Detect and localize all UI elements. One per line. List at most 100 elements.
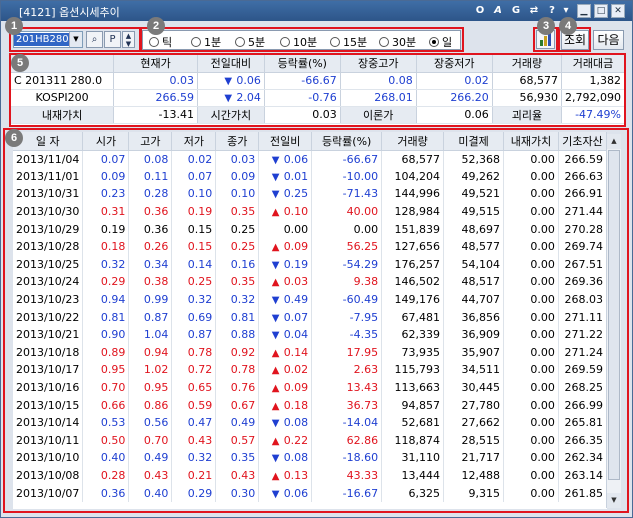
up-arrow-icon: ▲: [271, 347, 280, 359]
row-label: KOSPI200: [11, 89, 115, 107]
up-arrow-icon: ▲: [271, 383, 280, 395]
vertical-scrollbar[interactable]: ▲ ▼: [606, 134, 621, 508]
col-header-1[interactable]: 시가: [82, 132, 130, 151]
underlying-cell: 266.63: [558, 167, 607, 186]
date-cell: 2013/10/31: [13, 185, 84, 203]
change-rate-cell: -18.60: [311, 449, 383, 467]
menu-dropdown-icon[interactable]: ▾: [559, 4, 573, 18]
table-row[interactable]: 2013/10/28 0.18 0.26 0.15 0.25 ▲ 0.09 56.25 127,…: [13, 237, 607, 256]
table-row[interactable]: 2013/10/08 0.28 0.43 0.21 0.43 ▲ 0.13 43.33 13,4…: [13, 466, 607, 485]
radio-30min[interactable]: 30분: [379, 34, 416, 50]
low-cell: 0.07: [171, 167, 217, 186]
table-row[interactable]: 2013/10/16 0.70 0.95 0.65 0.76 ▲ 0.09 13.43 113,…: [13, 378, 607, 397]
date-cell: 2013/10/17: [13, 361, 84, 379]
scroll-thumb[interactable]: [608, 150, 620, 480]
col-header-0[interactable]: 일 자: [13, 132, 84, 151]
scroll-down-icon[interactable]: ▼: [607, 493, 621, 508]
radio-day[interactable]: 일: [429, 34, 452, 50]
option-code-combo[interactable]: 201HB280 ▼: [13, 31, 83, 48]
open-interest-cell: 36,909: [443, 325, 504, 344]
col-header-2[interactable]: 고가: [128, 132, 173, 151]
radio-10min[interactable]: 10분: [280, 34, 317, 50]
table-row[interactable]: 2013/10/25 0.32 0.34 0.14 0.16 ▼ 0.19 -54.29 176…: [13, 255, 607, 274]
high-cell: 0.43: [128, 466, 173, 485]
close-cell: 0.81: [215, 308, 260, 326]
toolbar-o-icon[interactable]: O: [473, 4, 487, 18]
intrinsic-value-cell: 0.00: [503, 220, 559, 238]
high-cell: 0.56: [128, 413, 173, 432]
next-button[interactable]: 다음: [593, 30, 624, 50]
table-row[interactable]: 2013/10/23 0.94 0.99 0.32 0.32 ▼ 0.49 -60.49 149…: [13, 290, 607, 309]
toolbar-g-icon[interactable]: G: [509, 4, 523, 18]
table-row[interactable]: 2013/10/18 0.89 0.94 0.78 0.92 ▲ 0.14 17.95 73,9…: [13, 343, 607, 362]
date-cell: 2013/11/01: [13, 167, 84, 186]
col-header-9[interactable]: 내재가치: [503, 132, 559, 151]
table-row[interactable]: 2013/11/01 0.09 0.11 0.07 0.09 ▼ 0.01 -10.00 104…: [13, 167, 607, 186]
intraday-low: 0.02: [416, 72, 493, 90]
col-header-6[interactable]: 등락률(%): [311, 132, 383, 151]
low-cell: 0.32: [171, 290, 217, 309]
table-row[interactable]: 2013/11/04 0.07 0.08 0.02 0.03 ▼ 0.06 -66.67 68,…: [13, 150, 607, 168]
prev-change-cell: ▼ 0.06: [258, 484, 313, 502]
annotation-badge-6: 6: [5, 129, 23, 147]
volume-cell: 67,481: [381, 308, 445, 326]
prev-change-cell: ▼ 0.08: [258, 449, 313, 467]
intrinsic-value-cell: 0.00: [503, 413, 559, 432]
link-icon[interactable]: ⇄: [527, 4, 541, 18]
prev-change-value: 0.06: [283, 486, 309, 500]
table-row[interactable]: 2013/10/22 0.81 0.87 0.69 0.81 ▼ 0.07 -7.95 67,4…: [13, 308, 607, 326]
table-row[interactable]: 2013/10/15 0.66 0.86 0.59 0.67 ▲ 0.18 36.73 94,8…: [13, 396, 607, 414]
table-row[interactable]: 2013/10/30 0.31 0.36 0.19 0.35 ▲ 0.10 40.00 128,…: [13, 202, 607, 221]
table-row[interactable]: 2013/10/31 0.23 0.28 0.10 0.10 ▼ 0.25 -71.43 144…: [13, 185, 607, 203]
open-cell: 0.23: [82, 185, 130, 203]
table-row[interactable]: 2013/10/17 0.95 1.02 0.72 0.78 ▲ 0.02 2.63 115,7…: [13, 361, 607, 379]
radio-1min[interactable]: 1분: [191, 34, 221, 50]
intrinsic-value-cell: 0.00: [503, 167, 559, 186]
radio-tick[interactable]: 틱: [149, 34, 172, 50]
open-interest-cell: 49,262: [443, 167, 504, 186]
high-cell: 0.34: [128, 255, 173, 274]
scroll-up-icon[interactable]: ▲: [607, 134, 621, 149]
table-row[interactable]: 2013/10/07 0.36 0.40 0.29 0.30 ▼ 0.06 -16.67 6,3…: [13, 484, 607, 502]
code-lookup-icon[interactable]: P: [104, 31, 121, 48]
help-icon[interactable]: ?: [545, 4, 559, 18]
toolbar-a-icon[interactable]: A: [491, 4, 505, 18]
chevron-down-icon[interactable]: ▼: [69, 32, 82, 47]
prev-change-value: 0.09: [283, 381, 309, 395]
table-row[interactable]: 2013/10/10 0.40 0.49 0.32 0.35 ▼ 0.08 -18.60 31,…: [13, 449, 607, 467]
col-header-5[interactable]: 전일비: [258, 132, 313, 151]
table-row[interactable]: 2013/10/29 0.19 0.36 0.15 0.25 0.00 0.00 151,83…: [13, 220, 607, 238]
volume-cell: 68,577: [381, 150, 445, 168]
date-cell: 2013/10/16: [13, 378, 84, 397]
change-rate-cell: -60.49: [311, 290, 383, 309]
col-header-3[interactable]: 저가: [171, 132, 217, 151]
prev-change-value: 0.03: [283, 275, 309, 289]
close-icon[interactable]: ✕: [611, 4, 625, 18]
col-header-8[interactable]: 미결제: [443, 132, 504, 151]
table-row[interactable]: 2013/10/11 0.50 0.70 0.43 0.57 ▲ 0.22 62.86 118,…: [13, 431, 607, 450]
table-row[interactable]: 2013/10/24 0.29 0.38 0.25 0.35 ▲ 0.03 9.38 146,5…: [13, 273, 607, 291]
open-interest-cell: 36,856: [443, 308, 504, 326]
date-cell: 2013/11/04: [13, 150, 84, 168]
close-cell: 0.25: [215, 220, 260, 238]
prev-change-cell: ▲ 0.09: [258, 378, 313, 397]
col-header-10[interactable]: 기초자산: [558, 132, 607, 151]
col-header-4[interactable]: 종가: [215, 132, 260, 151]
col-header-7[interactable]: 거래량: [381, 132, 445, 151]
maximize-icon[interactable]: □: [594, 4, 608, 18]
radio-5min[interactable]: 5분: [235, 34, 265, 50]
time-value: 0.03: [264, 106, 341, 124]
radio-15min[interactable]: 15분: [330, 34, 367, 50]
intrinsic-value-cell: 0.00: [503, 150, 559, 168]
search-icon[interactable]: ⌕: [86, 31, 103, 48]
open-cell: 0.29: [82, 273, 130, 291]
spin-updown-icon[interactable]: ▲ ▼: [122, 31, 135, 48]
down-arrow-icon: ▼: [271, 312, 280, 324]
table-row[interactable]: 2013/10/14 0.53 0.56 0.47 0.49 ▼ 0.08 -14.04 52,…: [13, 413, 607, 432]
volume-cell: 104,204: [381, 167, 445, 186]
up-arrow-icon: ▲: [271, 365, 280, 377]
minimize-icon[interactable]: ▁: [577, 4, 591, 18]
up-arrow-icon: ▲: [271, 277, 280, 289]
col-prev-change: 전일대비: [197, 55, 265, 73]
table-row[interactable]: 2013/10/21 0.90 1.04 0.87 0.88 ▼ 0.04 -4.35 62,3…: [13, 325, 607, 344]
